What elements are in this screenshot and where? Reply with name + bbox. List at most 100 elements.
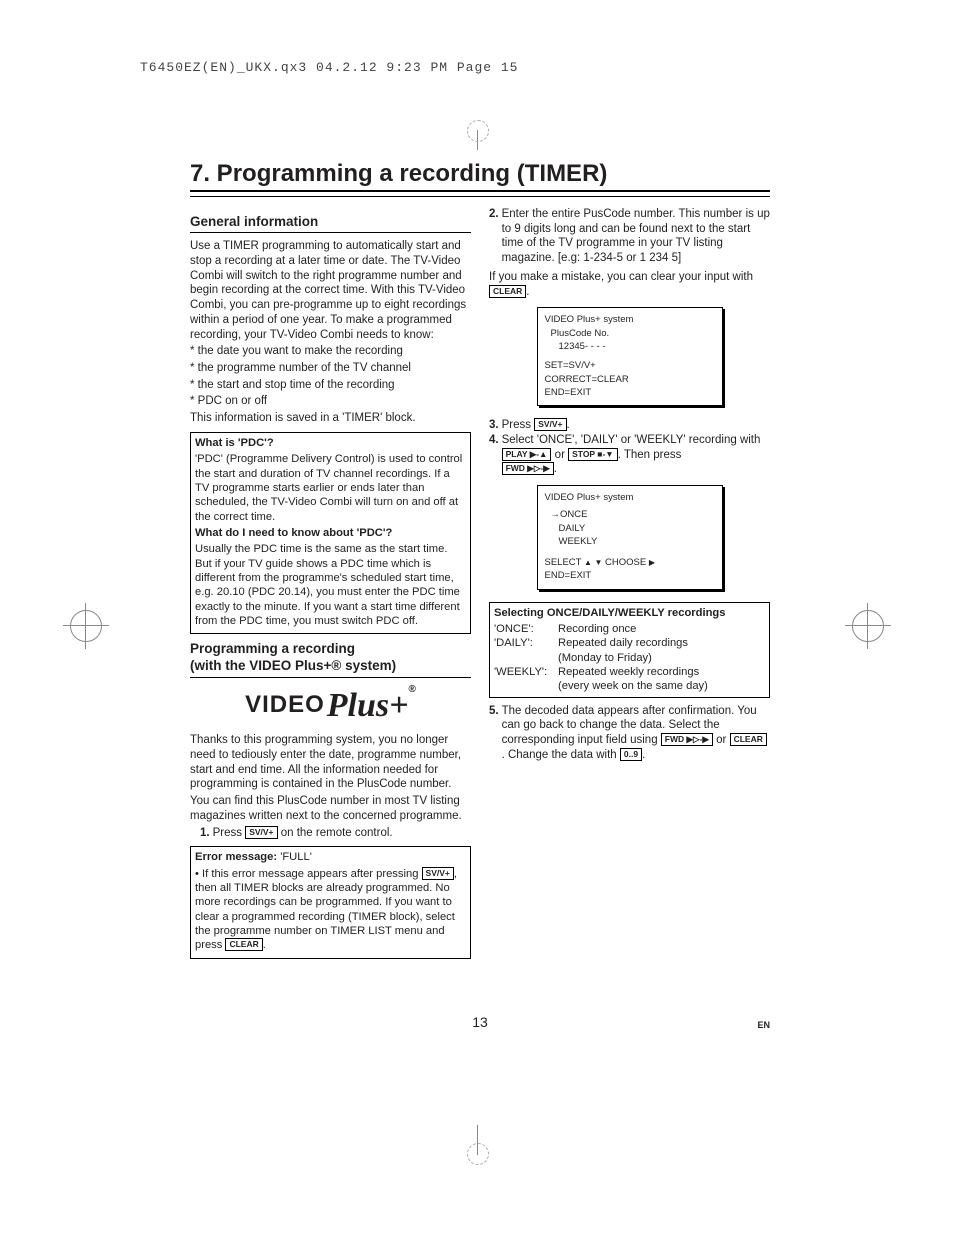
triangle-up-icon: ▲ — [584, 558, 592, 567]
row-value: Repeated weekly recordings — [558, 665, 765, 679]
osd-line: DAILY — [559, 522, 715, 535]
mistake-text: If you make a mistake, you can clear you… — [489, 271, 753, 283]
chapter-title: 7. Programming a recording (TIMER) — [190, 160, 770, 192]
row-value: Repeated daily recordings — [558, 636, 765, 650]
osd-line: VIDEO Plus+ system — [545, 491, 715, 504]
osd-line: SET=SV/V+ — [545, 359, 715, 372]
registration-mark-right — [852, 610, 884, 642]
page-footer: 13 EN — [190, 1014, 770, 1030]
crop-mark-bottom — [477, 1125, 478, 1155]
period: . — [554, 463, 557, 475]
osd-line: PlusCode No. — [551, 327, 715, 340]
svv-button-icon: SV/V+ — [422, 867, 454, 880]
step-number: 3. — [489, 418, 499, 433]
play-button-icon: PLAY ▶-▲ — [502, 448, 552, 461]
error-code: 'FULL' — [280, 851, 312, 863]
row-value: (every week on the same day) — [558, 679, 765, 693]
svv-button-icon: SV/V+ — [245, 826, 277, 839]
general-paragraph: Use a TIMER programming to automatically… — [190, 239, 471, 342]
osd-text: SELECT — [545, 557, 584, 568]
logo-plus-text: Plus+ — [327, 684, 409, 728]
section-vplus-title: Programming a recording (with the VIDEO … — [190, 640, 471, 678]
pdc-heading: What do I need to know about 'PDC'? — [195, 527, 392, 539]
step-text: or — [713, 734, 730, 746]
step-text: . Then press — [618, 449, 682, 461]
videoplus-logo: VIDEOPlus+® — [190, 684, 471, 728]
period: . — [263, 939, 266, 951]
osd-line: SELECT ▲ ▼ CHOOSE ▶ — [545, 556, 715, 569]
step-text: Press — [502, 419, 535, 431]
row-value: (Monday to Friday) — [558, 651, 765, 665]
table-row: 'ONCE': Recording once — [494, 622, 765, 636]
step-1: 1. Press SV/V+ on the remote control. — [200, 826, 471, 841]
osd-line: 12345- - - - — [559, 340, 715, 353]
row-value: Recording once — [558, 622, 765, 636]
clear-button-icon: CLEAR — [489, 285, 526, 298]
osd-text: CHOOSE — [602, 557, 648, 568]
osd-line: VIDEO Plus+ system — [545, 313, 715, 326]
row-key: 'ONCE': — [494, 622, 558, 636]
selecting-recordings-box: Selecting ONCE/DAILY/WEEKLY recordings '… — [489, 602, 770, 698]
page-frame: T6450EZ(EN)_UKX.qx3 04.2.12 9:23 PM Page… — [50, 50, 904, 1185]
error-message-box: Error message: 'FULL' • If this error me… — [190, 846, 471, 958]
section-vplus-line2: (with the VIDEO Plus+® system) — [190, 658, 396, 673]
step-text: . Change the data with — [502, 749, 620, 761]
error-heading: Error message: — [195, 851, 280, 863]
vplus-text: You can find this PlusCode number in mos… — [190, 794, 471, 823]
crop-mark-top — [477, 130, 478, 150]
step-text: Press — [213, 827, 246, 839]
clear-button-icon: CLEAR — [730, 733, 767, 746]
osd-line: WEEKLY — [559, 535, 715, 548]
step-3: 3. Press SV/V+. — [489, 418, 770, 433]
osd-line: CORRECT=CLEAR — [545, 373, 715, 386]
general-paragraph: This information is saved in a 'TIMER' b… — [190, 411, 471, 426]
logo-registered-icon: ® — [409, 684, 416, 695]
osd-line: END=EXIT — [545, 386, 715, 399]
page-number: 13 — [472, 1014, 488, 1030]
pdc-text: Usually the PDC time is the same as the … — [195, 542, 466, 628]
general-bullet: * the start and stop time of the recordi… — [190, 378, 471, 393]
period: . — [567, 419, 570, 431]
step-text: Select 'ONCE', 'DAILY' or 'WEEKLY' recor… — [502, 434, 761, 446]
table-row: 'WEEKLY': Repeated weekly recordings (ev… — [494, 665, 765, 694]
step-5: 5. The decoded data appears after confir… — [489, 704, 770, 763]
general-bullet: * the programme number of the TV channel — [190, 361, 471, 376]
step-number: 2. — [489, 207, 499, 222]
pdc-info-box: What is 'PDC'? 'PDC' (Programme Delivery… — [190, 432, 471, 634]
step-number: 1. — [200, 826, 210, 841]
page-content: 7. Programming a recording (TIMER) Gener… — [190, 160, 770, 965]
fwd-button-icon: FWD ▶▷-▶ — [661, 733, 713, 746]
row-key: 'WEEKLY': — [494, 665, 558, 694]
logo-video-text: VIDEO — [245, 690, 325, 721]
digits-button-icon: 0..9 — [620, 748, 642, 761]
step-text: Enter the entire PusCode number. This nu… — [502, 207, 770, 266]
selecting-heading: Selecting ONCE/DAILY/WEEKLY recordings — [494, 607, 725, 619]
step-2: 2. Enter the entire PusCode number. This… — [489, 207, 770, 266]
step-number: 5. — [489, 704, 499, 719]
chapter-rule — [190, 196, 770, 197]
step-text: on the remote control. — [278, 827, 393, 839]
osd-screen-1: VIDEO Plus+ system PlusCode No. 12345- -… — [537, 307, 723, 406]
registration-mark-left — [70, 610, 102, 642]
vplus-text: Thanks to this programming system, you n… — [190, 733, 471, 792]
error-text: • If this error message appears after pr… — [195, 868, 422, 880]
triangle-right-icon: ▶ — [649, 558, 655, 567]
print-job-header: T6450EZ(EN)_UKX.qx3 04.2.12 9:23 PM Page… — [140, 60, 904, 75]
left-column: General information Use a TIMER programm… — [190, 207, 471, 965]
clear-button-icon: CLEAR — [225, 938, 262, 951]
right-column: 2. Enter the entire PusCode number. This… — [489, 207, 770, 965]
pdc-heading: What is 'PDC'? — [195, 437, 274, 449]
osd-screen-2: VIDEO Plus+ system →ONCE DAILY WEEKLY SE… — [537, 485, 723, 590]
general-bullet: * the date you want to make the recordin… — [190, 344, 471, 359]
language-code: EN — [757, 1020, 770, 1030]
table-row: 'DAILY': Repeated daily recordings (Mond… — [494, 636, 765, 665]
fwd-button-icon: FWD ▶▷-▶ — [502, 462, 554, 475]
section-general-title: General information — [190, 213, 471, 233]
svv-button-icon: SV/V+ — [534, 418, 566, 431]
stop-button-icon: STOP ■-▼ — [568, 448, 618, 461]
row-key: 'DAILY': — [494, 636, 558, 665]
osd-line: END=EXIT — [545, 569, 715, 582]
step-4: 4. Select 'ONCE', 'DAILY' or 'WEEKLY' re… — [489, 433, 770, 477]
period: . — [642, 749, 645, 761]
pdc-text: 'PDC' (Programme Delivery Control) is us… — [195, 452, 466, 524]
